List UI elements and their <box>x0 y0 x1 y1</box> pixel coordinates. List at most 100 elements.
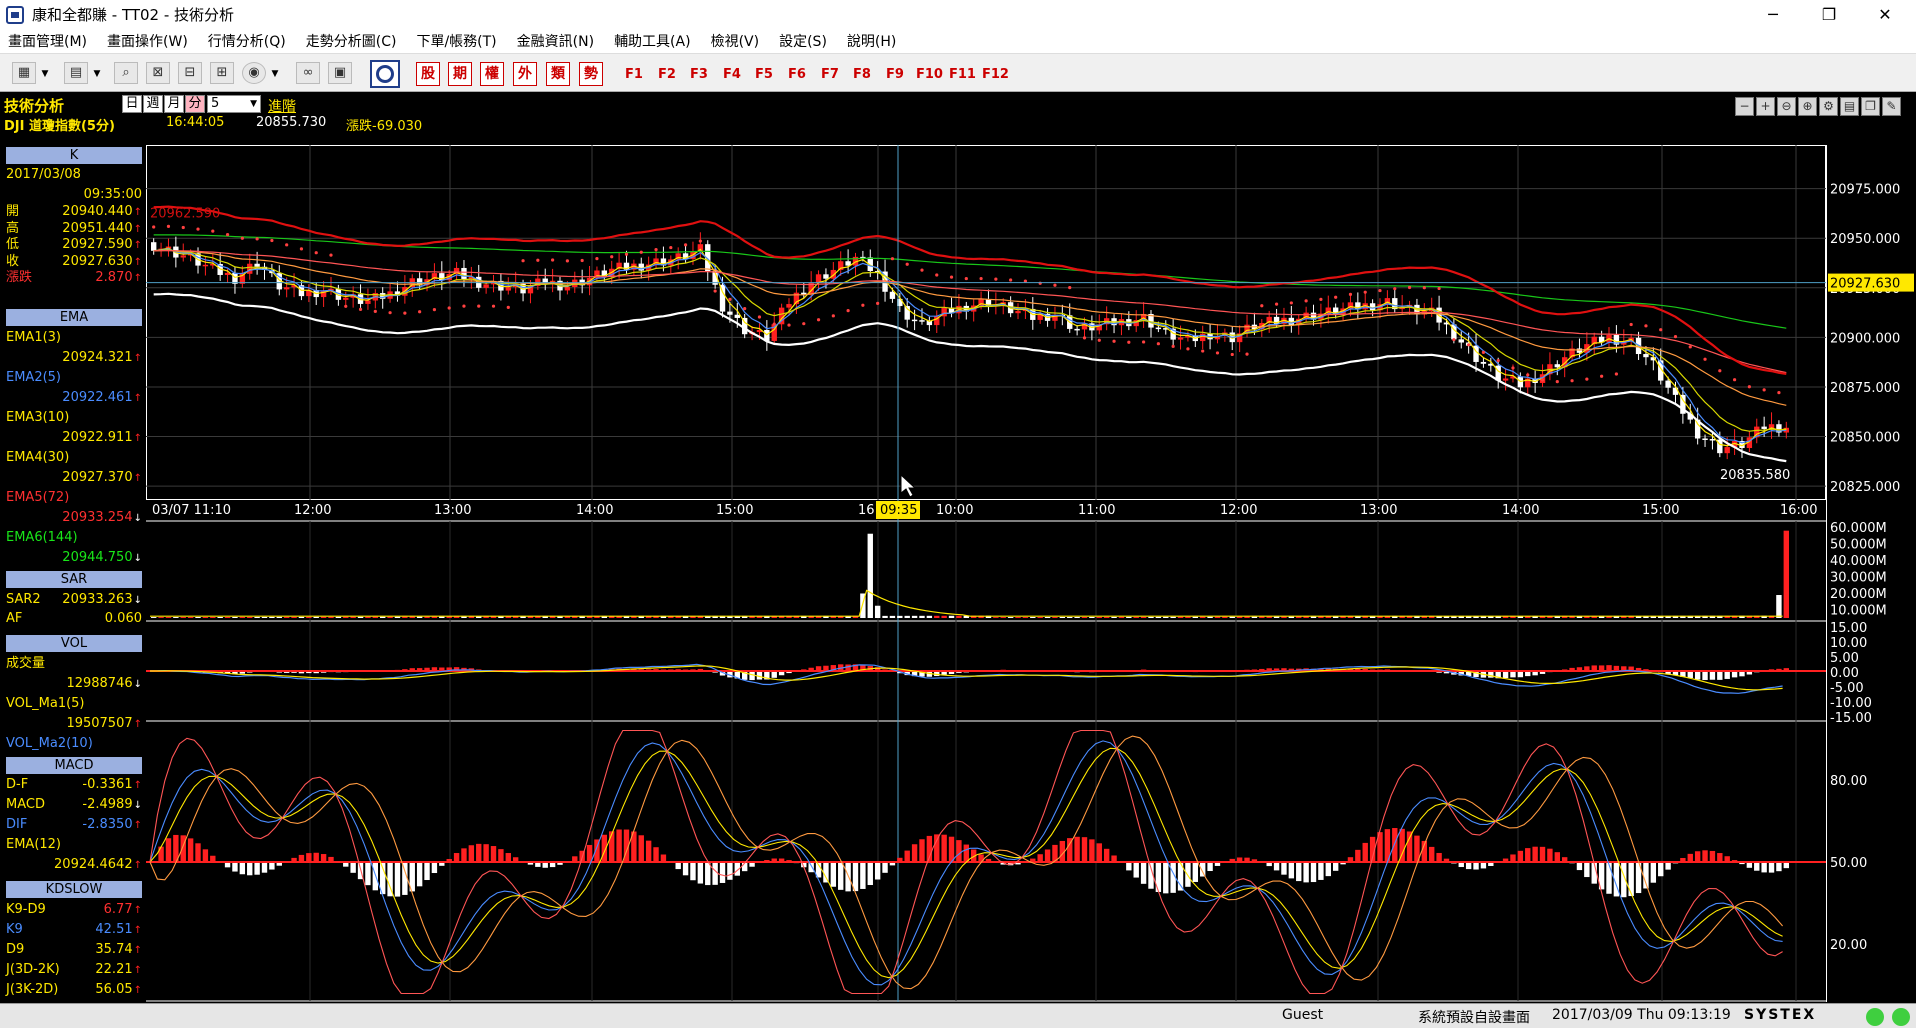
chart-window-icon[interactable]: ▦ <box>12 62 36 84</box>
f7-button[interactable]: F7 <box>821 62 839 86</box>
trend-arrow-icon: ↑ <box>133 473 142 484</box>
period-minute-button[interactable]: 分 <box>185 95 205 113</box>
trend-arrow-icon: ↑ <box>133 860 142 871</box>
quick-trend-button[interactable]: 勢 <box>579 62 603 86</box>
sar-dot <box>1068 286 1072 290</box>
dropdown-arrow-icon[interactable]: ▼ <box>40 62 50 86</box>
quick-options-button[interactable]: 權 <box>480 62 504 86</box>
f6-button[interactable]: F6 <box>788 62 806 86</box>
status-layout[interactable]: 系統預設自設畫面 <box>1418 1007 1530 1027</box>
macd-header[interactable]: MACD <box>6 757 142 774</box>
brand-logo-icon[interactable] <box>370 60 400 88</box>
menu-trend-chart[interactable]: 走勢分析圖(C) <box>306 31 397 51</box>
split-horizontal-icon[interactable]: ⊟ <box>178 62 202 84</box>
time-axis-label: 14:00 <box>1502 503 1539 518</box>
globe-icon[interactable]: ◉ <box>242 62 266 84</box>
f1-button[interactable]: F1 <box>625 62 643 86</box>
sar-dot <box>211 229 215 233</box>
zoom-out-icon[interactable]: − <box>1735 97 1754 116</box>
f9-button[interactable]: F9 <box>886 62 904 86</box>
period-value-select[interactable]: 5 ▼ <box>207 95 261 113</box>
volume-bar <box>1192 616 1199 618</box>
f5-button[interactable]: F5 <box>755 62 773 86</box>
tools-icon[interactable]: ✎ <box>1882 97 1901 116</box>
sar-dot <box>979 276 983 281</box>
save-chart-icon[interactable]: ▤ <box>1840 97 1859 116</box>
zoom-icon[interactable]: ⌕ <box>114 62 138 84</box>
indicator-label: VOL_Ma2(10) <box>6 736 93 751</box>
maximize-button[interactable]: ❐ <box>1806 0 1852 29</box>
quick-futures-button[interactable]: 期 <box>448 62 472 86</box>
candle-body <box>180 255 186 258</box>
dropdown-arrow-icon[interactable]: ▼ <box>92 62 102 86</box>
magnify-minus-icon[interactable]: ⊖ <box>1777 97 1796 116</box>
advanced-link[interactable]: 進階 <box>268 96 296 116</box>
settings-icon[interactable]: ⚙ <box>1819 97 1838 116</box>
volume-bar <box>1214 616 1221 618</box>
kd-histogram-bar <box>1310 862 1317 883</box>
magnify-plus-icon[interactable]: ⊕ <box>1798 97 1817 116</box>
close-button[interactable]: ✕ <box>1862 0 1908 29</box>
dropdown-arrow-icon[interactable]: ▼ <box>270 62 280 86</box>
volume-bar <box>1022 617 1029 618</box>
sar-header[interactable]: SAR <box>6 571 142 588</box>
f12-button[interactable]: F12 <box>982 62 1009 86</box>
sar-dot <box>1762 388 1766 392</box>
macd-histogram-bar <box>1724 671 1730 679</box>
volume-bar <box>1200 616 1206 618</box>
kd-header[interactable]: KDSLOW <box>6 881 142 898</box>
save-icon[interactable]: ▤ <box>64 62 88 84</box>
split-vertical-icon[interactable]: ⊞ <box>210 62 234 84</box>
volume-bar <box>1259 616 1265 618</box>
indicator-label: 高 <box>6 220 20 236</box>
quick-foreign-button[interactable]: 外 <box>513 62 537 86</box>
f4-button[interactable]: F4 <box>723 62 741 86</box>
macd-tick-label: 10.00 <box>1830 636 1867 651</box>
sar-dot <box>1600 374 1604 378</box>
volume-bar <box>313 616 319 618</box>
quick-category-button[interactable]: 類 <box>546 62 570 86</box>
candle-body <box>889 291 896 299</box>
f8-button[interactable]: F8 <box>853 62 871 86</box>
ema-header[interactable]: EMA <box>6 309 142 326</box>
volume-bar <box>343 616 349 618</box>
f11-button[interactable]: F11 <box>949 62 976 86</box>
f3-button[interactable]: F3 <box>690 62 708 86</box>
candle-body <box>1761 426 1767 429</box>
menu-finance-info[interactable]: 金融資訊(N) <box>517 31 594 51</box>
sar-dot <box>1171 344 1175 348</box>
quick-stock-button[interactable]: 股 <box>416 62 440 86</box>
sar-dot <box>181 225 185 230</box>
picture-icon[interactable]: ▣ <box>328 62 352 84</box>
menu-settings[interactable]: 設定(S) <box>779 31 827 51</box>
candle-body <box>1074 328 1080 331</box>
period-week-button[interactable]: 週 <box>143 95 163 113</box>
link-icon[interactable]: ∞ <box>296 62 320 84</box>
volume-bar <box>1118 616 1125 618</box>
volume-bar <box>365 616 371 618</box>
indicator-label: D-F <box>6 777 29 792</box>
sar-dot <box>1363 290 1367 294</box>
indicator-value: 20933.254↓ <box>62 510 142 525</box>
menu-quote-analysis[interactable]: 行情分析(Q) <box>208 31 286 51</box>
minimize-button[interactable]: ─ <box>1750 0 1796 29</box>
zoom-in-icon[interactable]: + <box>1756 97 1775 116</box>
vol-header[interactable]: VOL <box>6 635 142 652</box>
f10-button[interactable]: F10 <box>916 62 943 86</box>
menu-view[interactable]: 檢視(V) <box>711 31 760 51</box>
trend-arrow-icon: ↑ <box>133 240 142 251</box>
menu-screen-manage[interactable]: 畫面管理(M) <box>8 31 87 51</box>
close-window-icon[interactable]: ⊠ <box>146 62 170 84</box>
f2-button[interactable]: F2 <box>658 62 676 86</box>
k-header[interactable]: K <box>6 147 142 164</box>
menu-order-account[interactable]: 下單/帳務(T) <box>416 31 496 51</box>
copy-chart-icon[interactable]: ❐ <box>1861 97 1880 116</box>
menu-tools[interactable]: 輔助工具(A) <box>614 31 691 51</box>
chart-plot-area[interactable]: 20962.590 20835.580 03/07 11:10 12:00 13:00 1… <box>146 145 1826 1002</box>
period-month-button[interactable]: 月 <box>164 95 184 113</box>
volume-bar <box>151 617 157 618</box>
menu-screen-operate[interactable]: 畫面操作(W) <box>107 31 188 51</box>
mouse-cursor-icon <box>900 473 917 498</box>
period-day-button[interactable]: 日 <box>122 95 142 113</box>
menu-help[interactable]: 說明(H) <box>847 31 896 51</box>
